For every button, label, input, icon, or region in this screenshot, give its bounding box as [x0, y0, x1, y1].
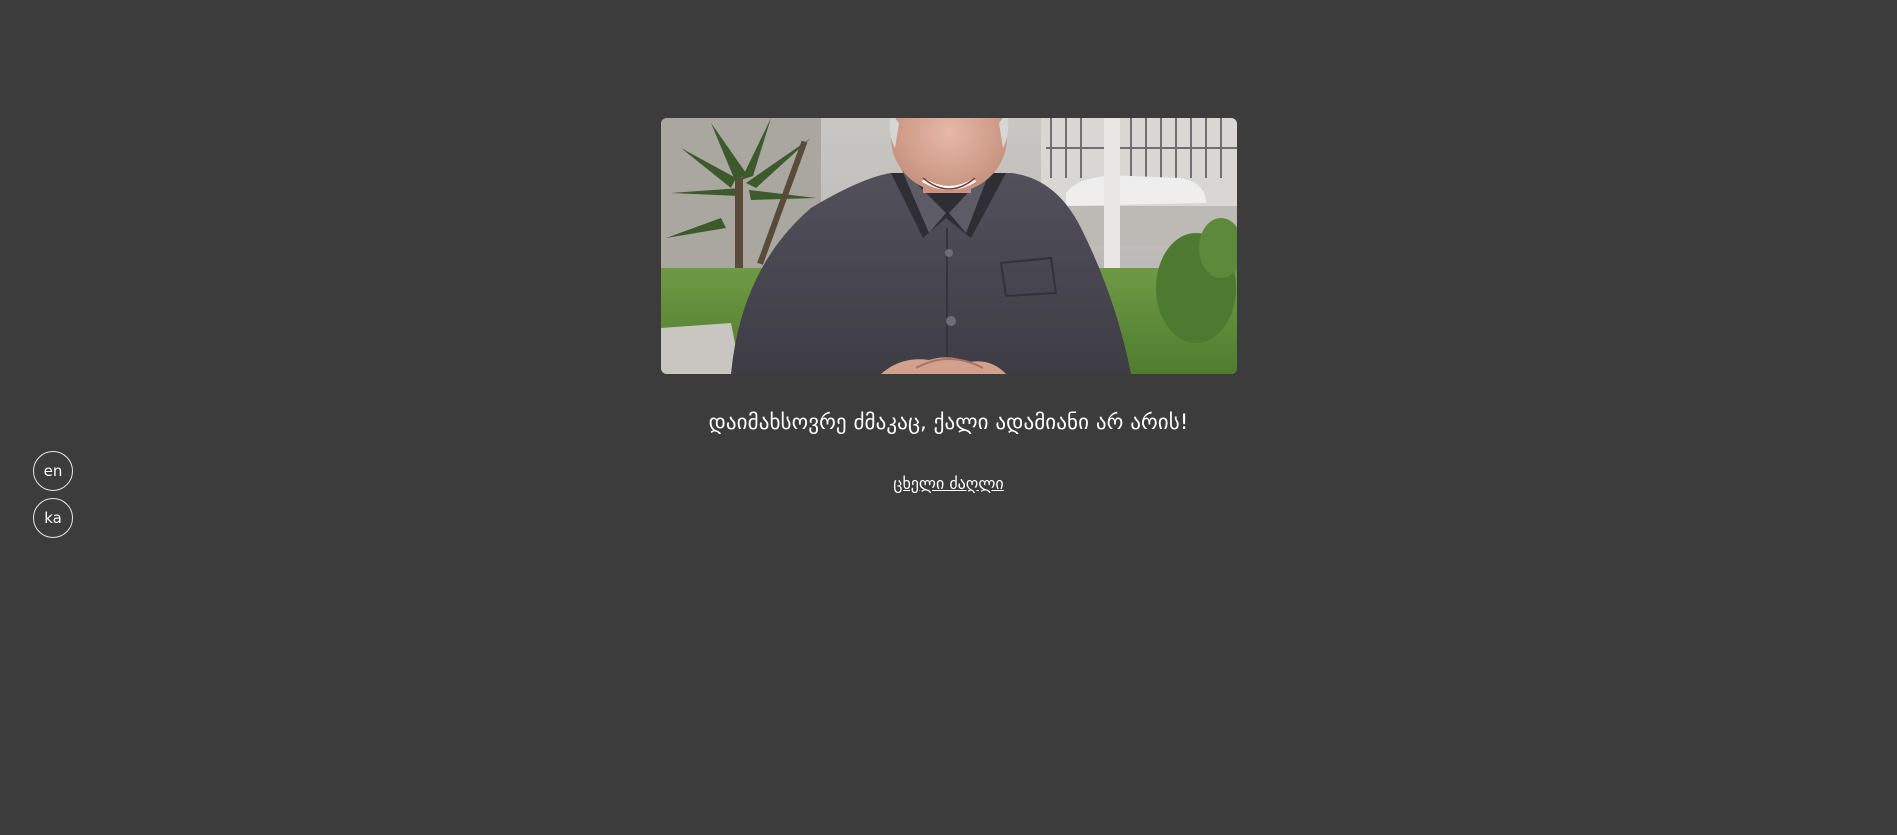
next-link[interactable]: ცხელი ძაღლი	[893, 474, 1003, 493]
meme-image	[660, 118, 1237, 374]
language-button-ka[interactable]: ka	[33, 498, 73, 538]
meme-caption: დაიმახსოვრე ძმაკაც, ქალი ადამიანი არ არი…	[708, 410, 1189, 434]
main-content: დაიმახსოვრე ძმაკაც, ქალი ადამიანი არ არი…	[0, 0, 1897, 493]
